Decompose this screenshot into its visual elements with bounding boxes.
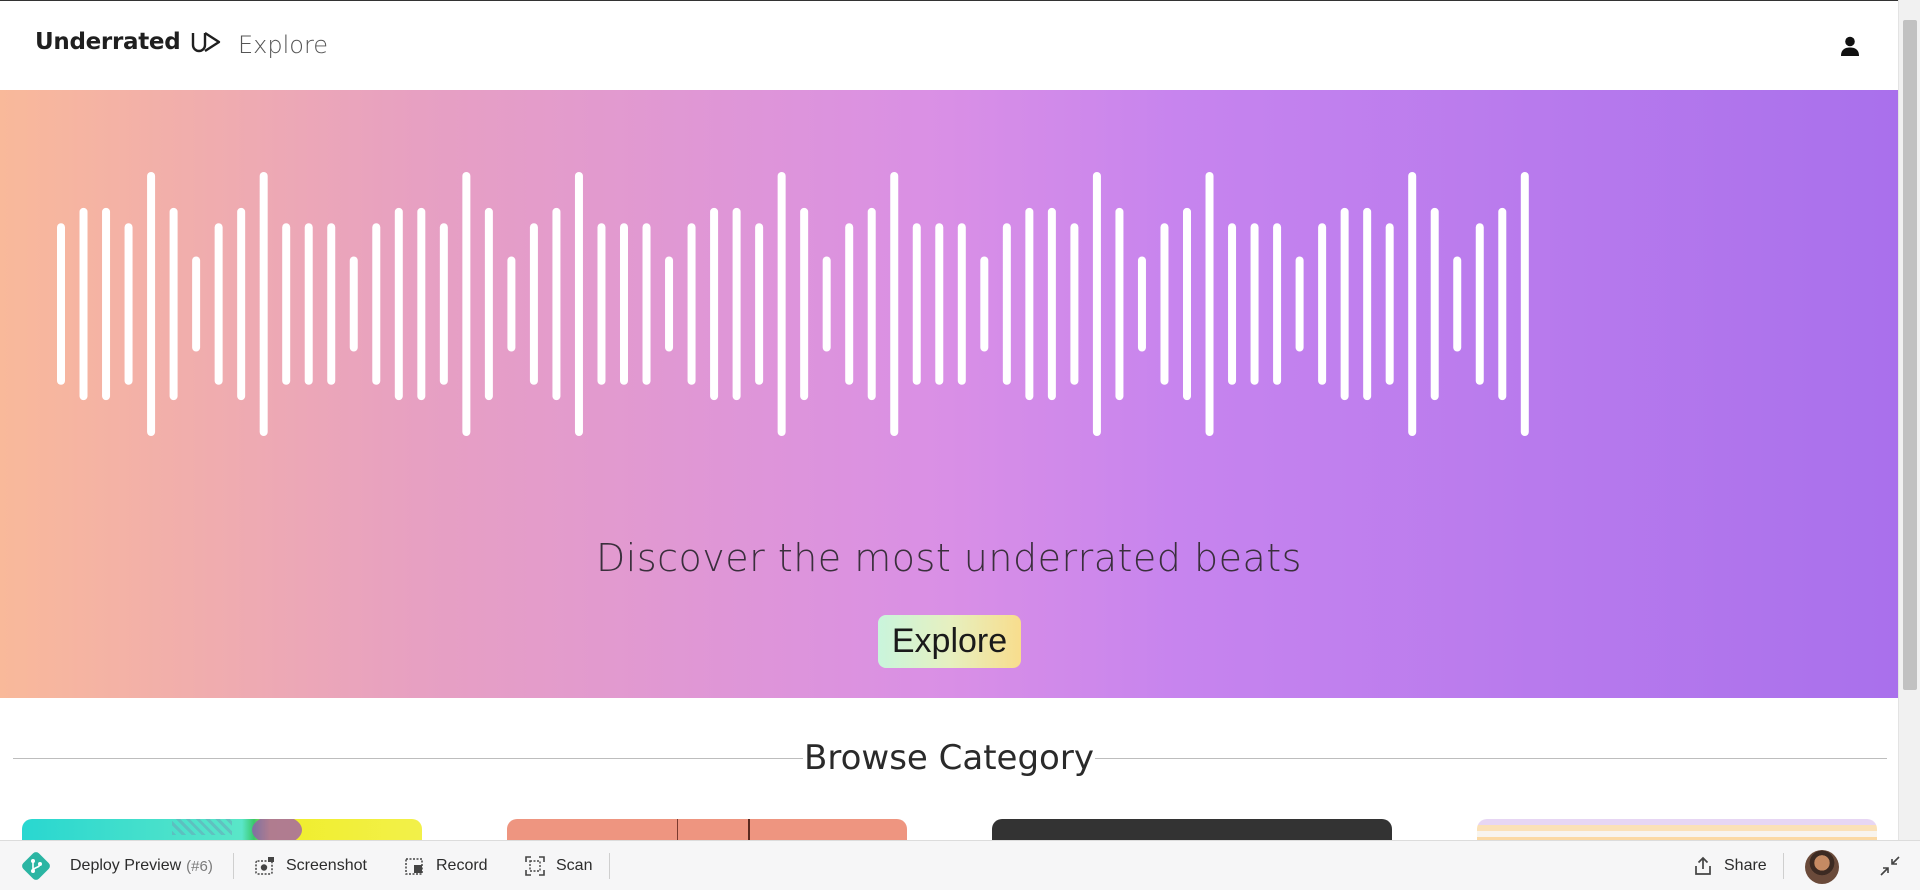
screenshot-label: Screenshot: [286, 857, 367, 874]
top-navbar: Underrated Explore: [0, 1, 1898, 90]
scan-icon: [525, 856, 545, 876]
deploy-preview-icon[interactable]: [20, 850, 52, 882]
hero-banner: Discover the most underrated beats Explo…: [0, 90, 1898, 698]
scrollbar-thumb[interactable]: [1903, 20, 1917, 690]
preview-toolbar: Deploy Preview (#6) Screenshot Record Sc…: [0, 840, 1920, 890]
deploy-preview-label[interactable]: Deploy Preview (#6): [70, 841, 213, 890]
share-label: Share: [1724, 857, 1767, 874]
scan-button[interactable]: Scan: [525, 841, 592, 890]
record-button[interactable]: Record: [405, 841, 488, 890]
soundwave-graphic: [57, 172, 1529, 436]
underrated-logo-icon: [192, 31, 221, 53]
brand-link[interactable]: Underrated: [35, 29, 222, 55]
collapse-icon[interactable]: [1880, 856, 1900, 876]
card-artwork-pattern: [172, 819, 232, 835]
record-label: Record: [436, 857, 488, 874]
scan-label: Scan: [556, 857, 593, 874]
hero-explore-button[interactable]: Explore: [878, 615, 1021, 668]
camera-icon: [255, 857, 274, 875]
toolbar-divider: [609, 853, 610, 879]
toolbar-divider: [233, 853, 234, 879]
user-icon[interactable]: [1838, 34, 1862, 58]
share-icon: [1695, 856, 1711, 875]
nav-explore-link[interactable]: Explore: [238, 31, 328, 59]
deploy-preview-text: Deploy Preview: [70, 857, 182, 874]
record-icon: [405, 858, 423, 875]
user-avatar[interactable]: [1805, 850, 1839, 884]
browse-category-section: Browse Category: [0, 698, 1898, 859]
hero-title: Discover the most underrated beats: [596, 536, 1302, 580]
share-button[interactable]: Share: [1693, 841, 1767, 890]
toolbar-divider: [1783, 853, 1784, 879]
page-scrollbar[interactable]: [1898, 0, 1920, 890]
deploy-preview-number: (#6): [186, 857, 213, 875]
screenshot-button[interactable]: Screenshot: [255, 841, 367, 890]
divider-right: [1095, 758, 1887, 759]
brand-name: Underrated: [35, 29, 181, 55]
